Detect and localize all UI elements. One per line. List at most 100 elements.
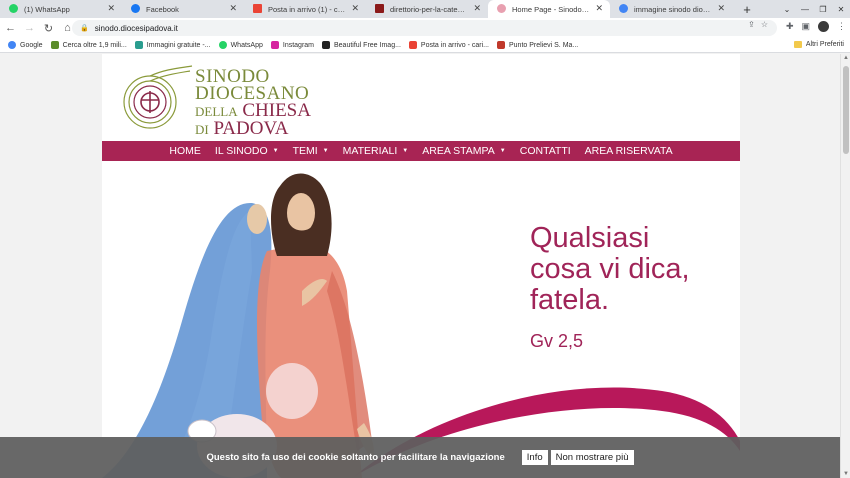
nav-area-riservata[interactable]: AREA RISERVATA: [578, 145, 680, 157]
reload-icon[interactable]: ↻: [40, 22, 57, 35]
nav-label: AREA STAMPA: [422, 145, 495, 157]
pdf-icon: [375, 4, 384, 13]
whatsapp-icon: [218, 41, 227, 49]
tab-pdf[interactable]: direttorio-per-la-catechesi.pdf ✕: [366, 0, 488, 18]
cookie-dismiss-button[interactable]: Non mostrare più: [550, 450, 634, 465]
quote-line: fatela.: [530, 284, 609, 316]
bookmarks-bar: Google Cerca oltre 1,9 mili... Immagini …: [0, 38, 850, 53]
quote-line: cosa vi dica,: [530, 253, 690, 285]
profile-avatar[interactable]: [818, 21, 829, 32]
share-icon[interactable]: ⇪: [748, 20, 755, 29]
google-icon: [8, 41, 16, 49]
site-logo-text[interactable]: SINODO DIOCESANO DELLA CHIESA DI PADOVA: [195, 67, 311, 138]
gmail-icon: [408, 41, 417, 49]
address-text: sinodo.diocesipadova.it: [94, 23, 178, 33]
logo-line-4: DI PADOVA: [195, 119, 311, 138]
other-bookmarks[interactable]: Altri Preferiti: [793, 41, 844, 48]
caret-down-icon: ▼: [322, 148, 329, 154]
close-icon[interactable]: ✕: [229, 3, 237, 14]
camera-icon: [322, 41, 330, 49]
page-scrollbar[interactable]: ▲ ▼: [840, 54, 850, 478]
nav-home[interactable]: HOME: [162, 145, 208, 157]
nav-materiali[interactable]: MATERIALI ▼: [336, 145, 416, 157]
close-icon[interactable]: ✕: [595, 3, 603, 14]
nav-area-stampa[interactable]: AREA STAMPA ▼: [415, 145, 513, 157]
forward-icon[interactable]: →: [21, 22, 38, 34]
bookmark-label: Cerca oltre 1,9 mili...: [62, 41, 127, 49]
hospital-icon: [497, 41, 505, 49]
tab-label: direttorio-per-la-catechesi.pdf: [390, 4, 468, 14]
folder-icon: [793, 41, 802, 48]
google-icon: [619, 4, 628, 13]
bookmark-label: Google: [20, 41, 43, 49]
bookmark-google[interactable]: Google: [8, 41, 43, 49]
minimize-icon[interactable]: —: [796, 5, 814, 14]
close-icon[interactable]: ✕: [351, 3, 359, 14]
page-viewport: SINODO DIOCESANO DELLA CHIESA DI PADOVA …: [0, 54, 850, 478]
sinodo-icon: [497, 4, 506, 13]
bookmark-cerca[interactable]: Cerca oltre 1,9 mili...: [50, 41, 127, 49]
bookmark-instagram[interactable]: Instagram: [270, 41, 314, 49]
whatsapp-icon: [9, 4, 18, 13]
bookmark-beautiful-free[interactable]: Beautiful Free Imag...: [322, 41, 401, 49]
bookmark-star-icon[interactable]: ☆: [761, 20, 768, 29]
hero-banner: Qualsiasi cosa vi dica, fatela. Gv 2,5: [102, 161, 740, 478]
tab-whatsapp[interactable]: (1) WhatsApp ✕: [0, 0, 122, 18]
bookmark-whatsapp[interactable]: WhatsApp: [218, 41, 263, 49]
tab-search-icon[interactable]: ⌄: [778, 5, 796, 14]
nav-label: CONTATTI: [519, 145, 571, 157]
new-tab-button[interactable]: +: [738, 0, 756, 18]
back-icon[interactable]: ←: [2, 22, 19, 34]
image-site-icon: [134, 41, 143, 49]
window-controls: ⌄ — ❐ ✕: [778, 0, 850, 18]
quote-line: Qualsiasi: [530, 222, 650, 254]
bookmark-label: Punto Prelievi S. Ma...: [509, 41, 579, 49]
logo-della: DELLA: [195, 104, 238, 119]
nav-il-sinodo[interactable]: IL SINODO ▼: [208, 145, 286, 157]
instagram-icon: [270, 41, 279, 49]
tab-label: Posta in arrivo (1) - caricate20...: [268, 4, 346, 14]
cookie-info-button[interactable]: Info: [521, 450, 548, 465]
nav-temi[interactable]: TEMI ▼: [286, 145, 336, 157]
nav-contatti[interactable]: CONTATTI: [513, 145, 578, 157]
scroll-down-icon[interactable]: ▼: [841, 471, 850, 477]
bookmark-immagini[interactable]: Immagini gratuite -...: [134, 41, 211, 49]
caret-down-icon: ▼: [272, 148, 279, 154]
tab-gmail[interactable]: Posta in arrivo (1) - caricate20... ✕: [244, 0, 366, 18]
nav-label: MATERIALI: [342, 145, 398, 157]
main-nav: HOME IL SINODO ▼ TEMI ▼ MATERIALI ▼ AREA ST…: [102, 141, 740, 161]
cookie-message: Questo sito fa uso dei cookie soltanto p…: [206, 452, 505, 463]
gmail-icon: [253, 4, 262, 13]
tab-facebook[interactable]: Facebook ✕: [122, 0, 244, 18]
bookmark-label: WhatsApp: [230, 41, 263, 49]
bookmark-posta[interactable]: Posta in arrivo - cari...: [408, 41, 489, 49]
close-window-icon[interactable]: ✕: [832, 5, 850, 14]
image-site-icon: [50, 41, 59, 49]
hero-quote: Qualsiasi cosa vi dica, fatela.: [530, 223, 690, 316]
toolbar-actions: ✚ ▣ ⋮: [786, 21, 846, 32]
tab-label: (1) WhatsApp: [24, 4, 70, 14]
tab-google-search[interactable]: immagine sinodo diocesano p... ✕: [610, 0, 732, 18]
quote-reference: Gv 2,5: [530, 331, 584, 351]
restore-icon[interactable]: ❐: [814, 5, 832, 14]
bookmark-label: Posta in arrivo - cari...: [420, 41, 489, 49]
site-page: SINODO DIOCESANO DELLA CHIESA DI PADOVA …: [102, 54, 740, 478]
scroll-up-icon[interactable]: ▲: [841, 55, 850, 61]
close-icon[interactable]: ✕: [107, 3, 115, 14]
browser-toolbar: ← → ↻ ⌂ 🔒 sinodo.diocesipadova.it ⇪ ☆ ✚ …: [0, 18, 850, 38]
close-icon[interactable]: ✕: [473, 3, 481, 14]
sinodo-logo-icon[interactable]: [120, 64, 196, 134]
side-panel-icon[interactable]: ▣: [801, 21, 810, 32]
tab-label: immagine sinodo diocesano p...: [634, 4, 712, 14]
close-icon[interactable]: ✕: [717, 3, 725, 14]
address-bar[interactable]: 🔒 sinodo.diocesipadova.it: [72, 20, 777, 36]
nav-label: IL SINODO: [214, 145, 268, 157]
facebook-icon: [131, 4, 140, 13]
extensions-icon[interactable]: ✚: [786, 21, 794, 32]
menu-icon[interactable]: ⋮: [837, 21, 846, 32]
tab-sinodo[interactable]: Home Page - Sinodo Diocesan... ✕: [488, 0, 610, 18]
tab-label: Home Page - Sinodo Diocesan...: [512, 4, 590, 14]
scrollbar-thumb[interactable]: [843, 66, 849, 154]
lock-icon[interactable]: 🔒: [80, 24, 89, 32]
bookmark-punto-prelievi[interactable]: Punto Prelievi S. Ma...: [497, 41, 578, 49]
